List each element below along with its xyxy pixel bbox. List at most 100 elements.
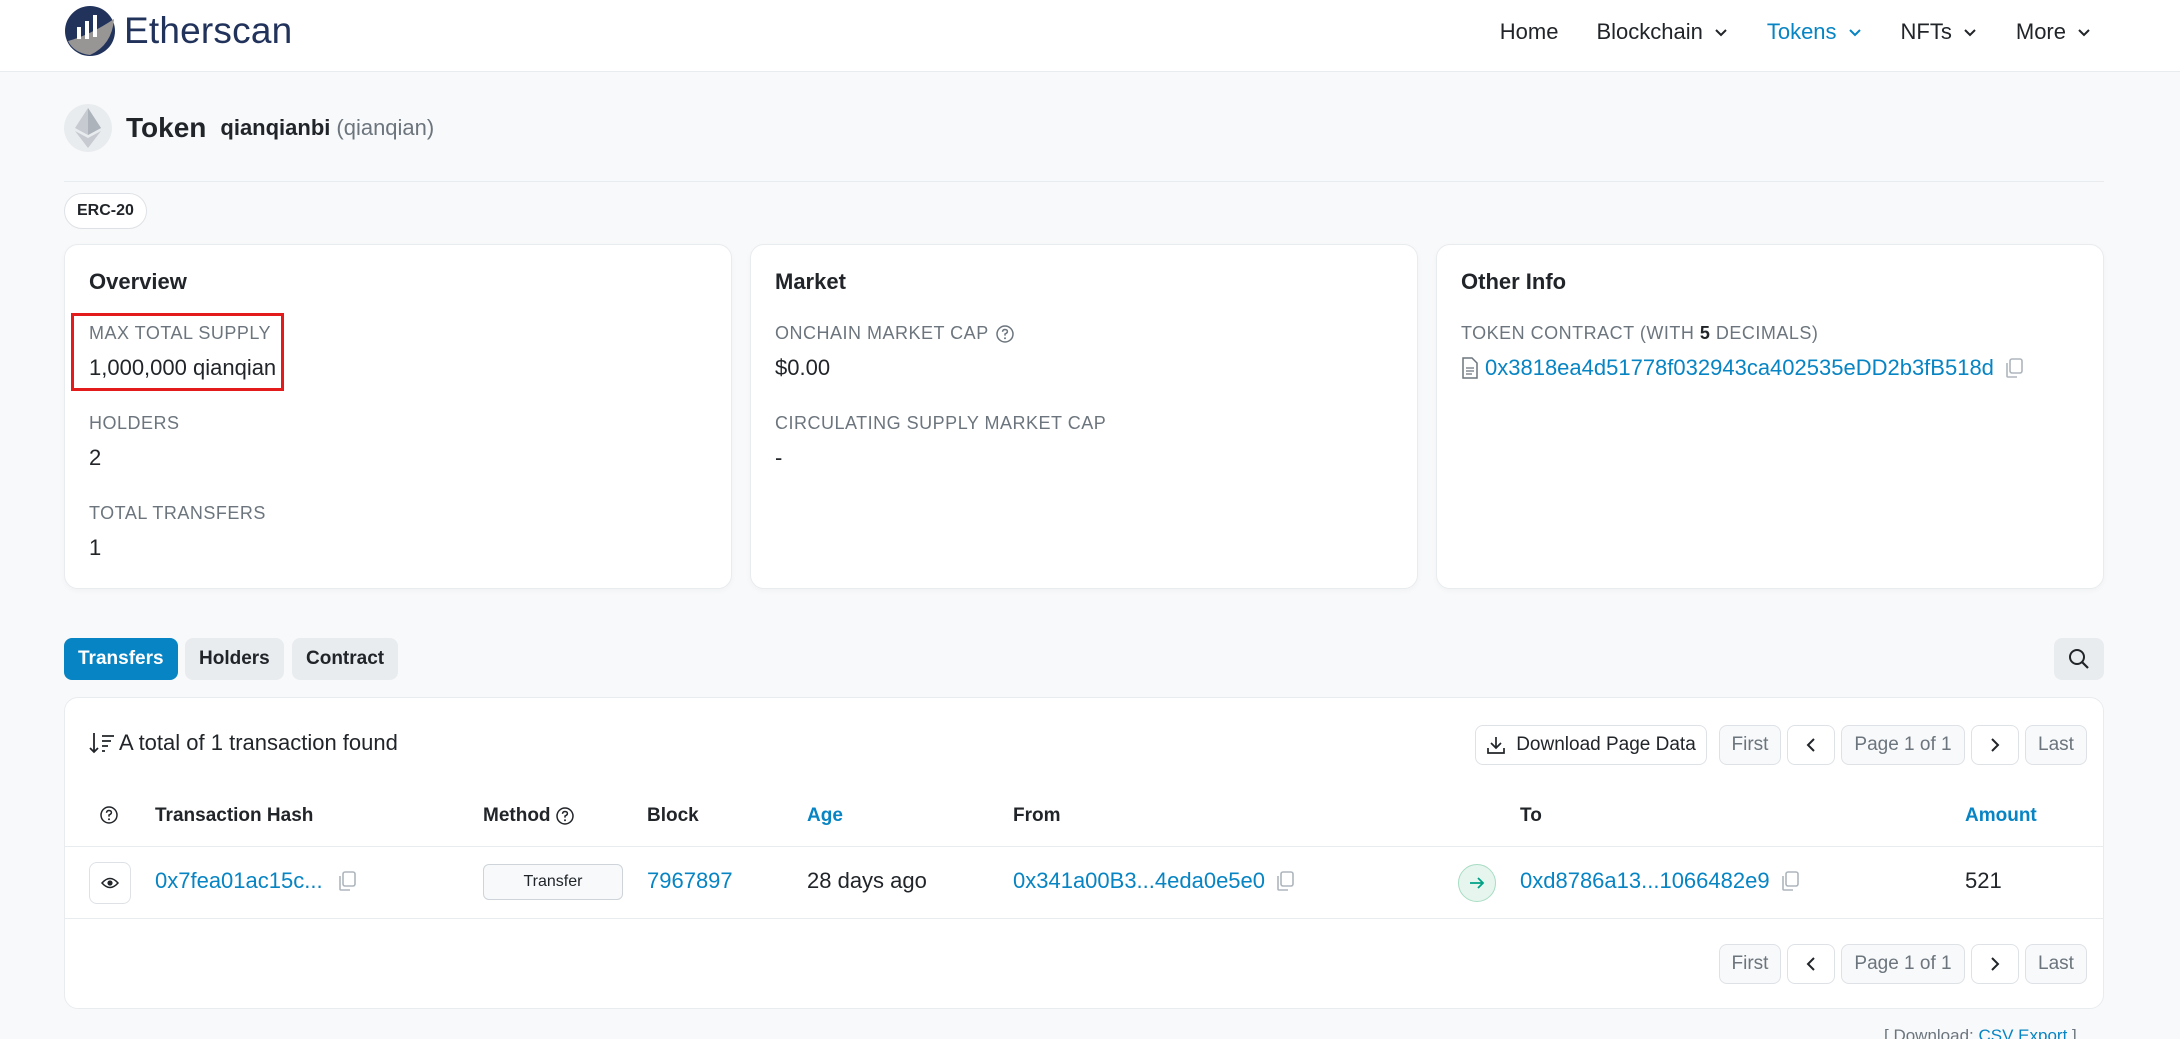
pagination-page-indicator-bottom: Page 1 of 1 bbox=[1841, 944, 1965, 984]
tab-transfers[interactable]: Transfers bbox=[64, 638, 178, 680]
chevron-down-icon bbox=[1715, 29, 1727, 37]
token-contract-label: TOKEN CONTRACT (WITH 5 DECIMALS) bbox=[1461, 323, 1818, 344]
token-contract-label-suffix: DECIMALS) bbox=[1710, 323, 1819, 343]
nav-home[interactable]: Home bbox=[1500, 19, 1559, 45]
table-cell-hash: 0x7fea01ac15c... bbox=[155, 868, 357, 894]
token-contract-row: 0x3818ea4d51778f032943ca402535eDD2b3fB51… bbox=[1461, 355, 2024, 381]
pagination-last-button[interactable]: Last bbox=[2025, 725, 2087, 765]
nav-blockchain[interactable]: Blockchain bbox=[1596, 19, 1728, 45]
header-method-label: Method bbox=[483, 805, 551, 826]
market-title: Market bbox=[775, 269, 846, 294]
chevron-down-icon bbox=[1964, 29, 1976, 37]
csv-download-prefix: [ Download: bbox=[1884, 1026, 1979, 1039]
pagination-first-button-bottom[interactable]: First bbox=[1719, 944, 1781, 984]
token-name: qianqianbi bbox=[220, 115, 331, 140]
chevron-left-icon bbox=[1806, 738, 1815, 752]
copy-icon[interactable] bbox=[1780, 870, 1800, 892]
max-supply-label: MAX TOTAL SUPPLY bbox=[89, 323, 272, 343]
nav-blockchain-label: Blockchain bbox=[1596, 19, 1703, 44]
eye-icon bbox=[101, 877, 119, 889]
pagination-last-button-bottom[interactable]: Last bbox=[2025, 944, 2087, 984]
chevron-down-icon bbox=[1848, 29, 1861, 37]
header-transaction-hash: Transaction Hash bbox=[155, 805, 314, 826]
column-help[interactable] bbox=[99, 805, 119, 825]
max-supply-value: 1,000,000 qianqian bbox=[89, 355, 277, 380]
pagination-next-button[interactable] bbox=[1971, 725, 2019, 765]
header-method: Method bbox=[483, 805, 575, 827]
search-button[interactable] bbox=[2054, 638, 2104, 680]
header-block: Block bbox=[647, 805, 699, 826]
header-amount[interactable]: Amount bbox=[1965, 805, 2037, 827]
total-transfers-value: 1 bbox=[89, 535, 102, 560]
etherscan-logo[interactable]: Etherscan bbox=[64, 5, 292, 57]
circulating-market-cap-label: CIRCULATING SUPPLY MARKET CAP bbox=[775, 413, 1107, 433]
other-info-card: Other Info TOKEN CONTRACT (WITH 5 DECIMA… bbox=[1436, 244, 2104, 589]
method-badge: Transfer bbox=[483, 864, 623, 900]
transfer-direction-indicator bbox=[1458, 864, 1496, 902]
nav-home-label: Home bbox=[1499, 19, 1559, 44]
token-contract-label-prefix: TOKEN CONTRACT (WITH bbox=[1461, 323, 1700, 343]
overview-card: Overview MAX TOTAL SUPPLY 1,000,000 qian… bbox=[64, 244, 732, 589]
total-transfers-label: TOTAL TRANSFERS bbox=[89, 503, 266, 523]
header-from: From bbox=[1013, 805, 1061, 826]
copy-icon[interactable] bbox=[337, 870, 357, 892]
arrow-right-icon bbox=[1470, 877, 1485, 889]
token-standard-badge: ERC-20 bbox=[64, 193, 147, 229]
row-divider bbox=[65, 846, 2103, 847]
top-navbar: Etherscan Home Blockchain Tokens NFTs Mo… bbox=[0, 0, 2180, 72]
document-icon bbox=[1462, 357, 1478, 379]
from-address-link[interactable]: 0x341a00B3...4eda0e5e0 bbox=[1013, 868, 1265, 894]
csv-export-link[interactable]: CSV Export bbox=[1979, 1026, 2068, 1039]
download-page-data-label: Download Page Data bbox=[1516, 734, 1696, 755]
market-card: Market ONCHAIN MARKET CAP $0.00 CIRCULAT… bbox=[750, 244, 1418, 589]
page-title: Token bbox=[126, 112, 207, 143]
to-address-link[interactable]: 0xd8786a13...1066482e9 bbox=[1520, 868, 1770, 894]
overview-title: Overview bbox=[89, 269, 187, 294]
chevron-down-icon bbox=[2078, 29, 2090, 37]
nav-more-label: More bbox=[2015, 19, 2066, 44]
holders-value: 2 bbox=[89, 445, 102, 470]
download-icon bbox=[1487, 737, 1506, 754]
nav-nfts-label: NFTs bbox=[1900, 19, 1952, 44]
nav-tokens[interactable]: Tokens bbox=[1767, 19, 1863, 45]
csv-download-footer: [ Download: CSV Export ] bbox=[1884, 1026, 2077, 1039]
token-contract-address[interactable]: 0x3818ea4d51778f032943ca402535eDD2b3fB51… bbox=[1485, 355, 1994, 381]
pagination-next-button-bottom[interactable] bbox=[1971, 944, 2019, 984]
holders-label: HOLDERS bbox=[89, 413, 180, 433]
table-cell-amount: 521 bbox=[1965, 868, 2002, 893]
copy-icon[interactable] bbox=[2004, 357, 2024, 379]
tab-holders[interactable]: Holders bbox=[185, 638, 284, 680]
divider bbox=[64, 181, 2104, 182]
block-link[interactable]: 7967897 bbox=[647, 868, 733, 894]
search-icon bbox=[2069, 649, 2089, 669]
nav-more[interactable]: More bbox=[2016, 19, 2092, 45]
pagination-prev-button[interactable] bbox=[1787, 725, 1835, 765]
transaction-hash-link[interactable]: 0x7fea01ac15c... bbox=[155, 868, 323, 894]
question-circle-icon[interactable] bbox=[995, 324, 1015, 344]
pagination-first-button[interactable]: First bbox=[1719, 725, 1781, 765]
chevron-right-icon bbox=[1991, 738, 2000, 752]
copy-icon[interactable] bbox=[1275, 870, 1295, 892]
view-transaction-button[interactable] bbox=[89, 862, 131, 904]
token-symbol: (qianqian) bbox=[336, 115, 435, 140]
circulating-market-cap-value: - bbox=[775, 445, 783, 470]
transactions-summary-text: A total of 1 transaction found bbox=[119, 730, 398, 755]
table-cell-block: 7967897 bbox=[647, 868, 733, 894]
header-to: To bbox=[1520, 805, 1542, 826]
tab-contract[interactable]: Contract bbox=[292, 638, 399, 680]
nav-nfts[interactable]: NFTs bbox=[1901, 19, 1978, 45]
table-cell-age: 28 days ago bbox=[807, 868, 927, 893]
question-circle-icon[interactable] bbox=[555, 806, 575, 826]
chevron-left-icon bbox=[1806, 957, 1815, 971]
chevron-right-icon bbox=[1991, 957, 2000, 971]
brand-name: Etherscan bbox=[124, 10, 293, 51]
token-header: Token qianqianbi (qianqian) bbox=[64, 104, 434, 152]
transactions-summary: A total of 1 transaction found bbox=[89, 730, 398, 756]
pagination-prev-button-bottom[interactable] bbox=[1787, 944, 1835, 984]
table-cell-from: 0x341a00B3...4eda0e5e0 bbox=[1013, 868, 1295, 894]
table-cell-to: 0xd8786a13...1066482e9 bbox=[1520, 868, 1800, 894]
header-age[interactable]: Age bbox=[807, 805, 843, 827]
download-page-data-button[interactable]: Download Page Data bbox=[1475, 725, 1707, 765]
main-nav: Home Blockchain Tokens NFTs More bbox=[1462, 0, 2092, 64]
etherscan-logo-icon bbox=[65, 6, 115, 56]
